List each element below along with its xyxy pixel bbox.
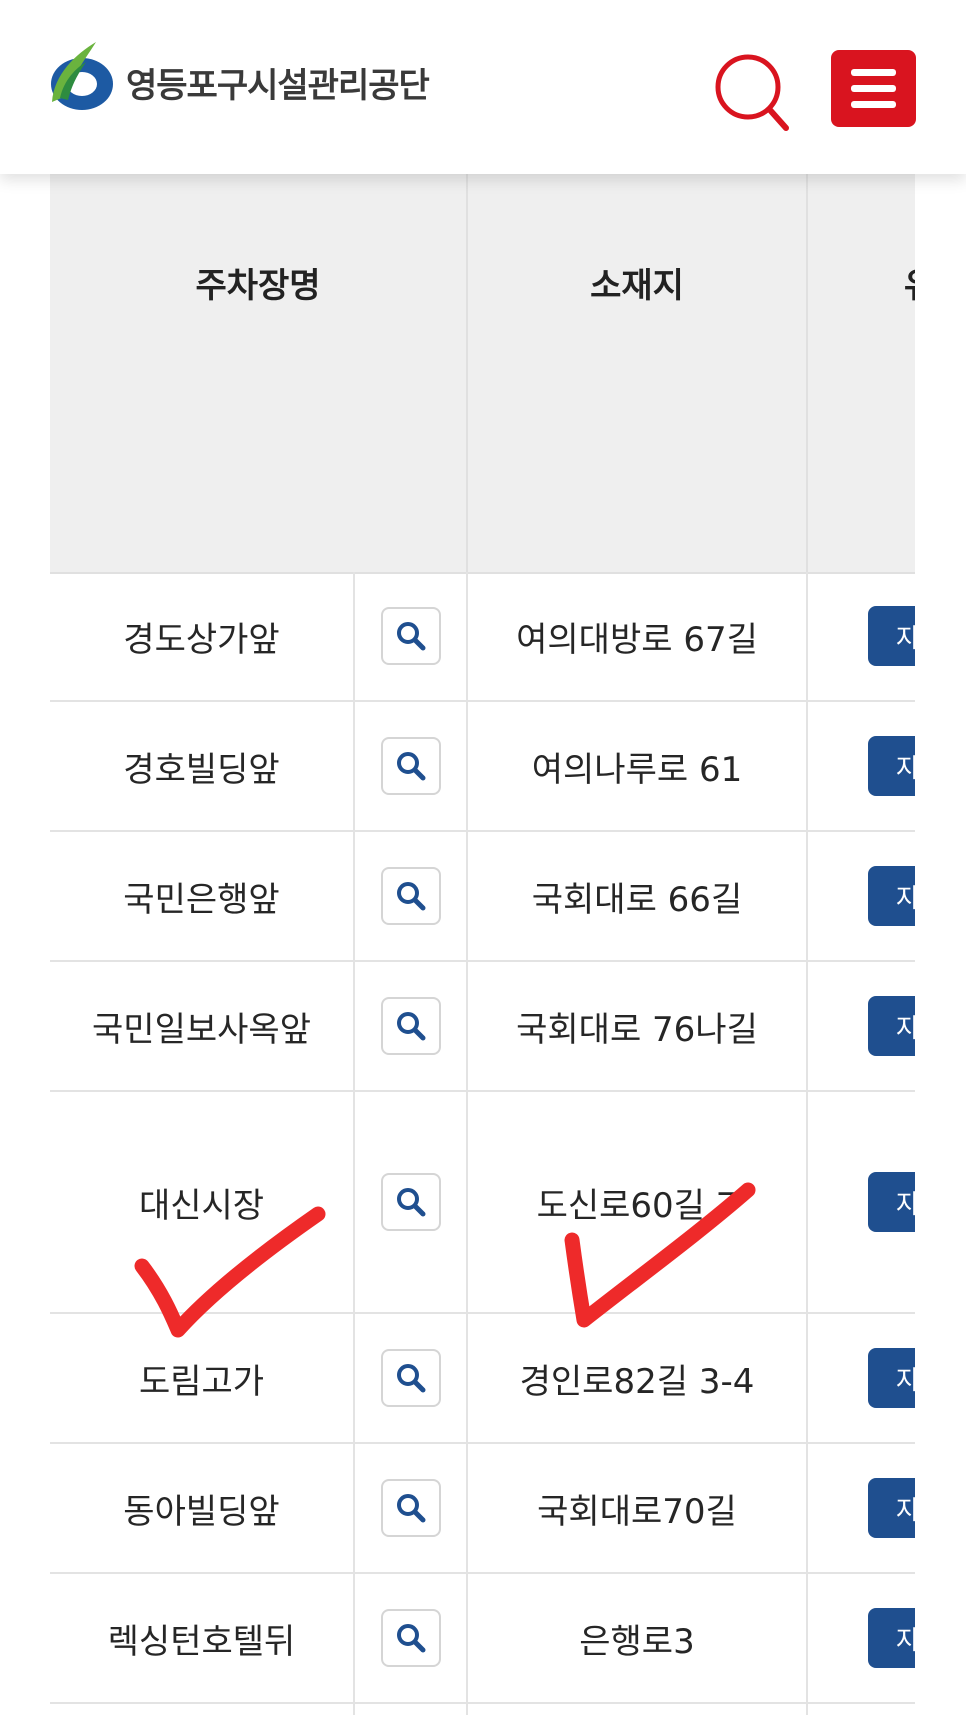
parking-name: 렉싱턴호텔뒤 (107, 1621, 296, 1662)
parking-location: 국회대로 66길 (466, 832, 806, 960)
parking-name: 경도상가앞 (123, 619, 280, 660)
magnifier-icon (396, 1188, 425, 1217)
parking-name: 대신시장 (138, 1185, 265, 1226)
magnifier-icon (396, 882, 425, 911)
action-button[interactable]: 자 (868, 736, 915, 796)
parking-location: 여의나루로 61 (466, 702, 806, 830)
magnifier-icon (396, 1364, 425, 1393)
site-header: 영등포구시설관리공단 (0, 0, 966, 174)
table-row: 경호빌딩앞 여의나루로 61 자 (50, 702, 915, 832)
header-parking-name: 주차장명 (195, 266, 321, 306)
header-location: 소재지 (466, 174, 806, 572)
view-button[interactable] (380, 1173, 441, 1231)
parking-name: 동아빌딩앞 (123, 1491, 280, 1532)
table-row: 대신시장 도신로60길 7 자 (50, 1092, 915, 1314)
table-row: 렉싱턴호텔뒤 은행로3 자 (50, 1574, 915, 1704)
parking-name: 도림고가 (138, 1361, 265, 1402)
view-button[interactable] (380, 867, 441, 925)
magnifier-icon (396, 752, 425, 781)
header-use: 유 (806, 174, 915, 572)
view-button[interactable] (380, 1609, 441, 1667)
org-name[interactable]: 영등포구시설관리공단 (126, 58, 430, 107)
action-button[interactable]: 자 (868, 1608, 915, 1668)
parking-location: 도신로60길 7 (466, 1092, 806, 1312)
table-row: 경도상가앞 여의대방로 67길 자 (50, 572, 915, 702)
magnifier-icon (396, 1494, 425, 1523)
parking-name: 경호빌딩앞 (123, 749, 280, 790)
table-header: 주차장명 소재지 유 (50, 174, 915, 574)
search-icon[interactable] (714, 52, 790, 132)
table-row: 국민일보사옥앞 국회대로 76나길 자 (50, 962, 915, 1092)
magnifier-icon (396, 1012, 425, 1041)
action-button[interactable]: 자 (868, 866, 915, 926)
parking-location: 국회대로70길 (466, 1444, 806, 1572)
table-row: 국민은행앞 국회대로 66길 자 (50, 832, 915, 962)
action-button[interactable]: 자 (868, 606, 915, 666)
view-button[interactable] (380, 1479, 441, 1537)
magnifier-icon (396, 1624, 425, 1653)
parking-location: 은행로3 (466, 1574, 806, 1702)
magnifier-icon (396, 622, 425, 651)
view-button[interactable] (380, 1349, 441, 1407)
hamburger-menu-icon[interactable] (831, 50, 916, 127)
view-button[interactable] (380, 737, 441, 795)
parking-location: 국회대로 76나길 (466, 962, 806, 1090)
parking-table: 주차장명 소재지 유 경도상가앞 여의대방로 67길 자 경호빌딩앞 여의나루로… (50, 174, 915, 1715)
parking-location: 여의대방로 67길 (466, 572, 806, 700)
parking-location: 경인로82길 3-4 (466, 1314, 806, 1442)
table-row (50, 1704, 915, 1715)
view-button[interactable] (380, 607, 441, 665)
logo-icon[interactable] (46, 40, 116, 120)
table-row: 동아빌딩앞 국회대로70길 자 (50, 1444, 915, 1574)
action-button[interactable]: 자 (868, 1348, 915, 1408)
parking-name: 국민일보사옥앞 (92, 1009, 311, 1050)
parking-name: 국민은행앞 (123, 879, 280, 920)
action-button[interactable]: 자 (868, 1478, 915, 1538)
action-button[interactable]: 자 (868, 1172, 915, 1232)
action-button[interactable]: 자 (868, 996, 915, 1056)
table-row: 도림고가 경인로82길 3-4 자 (50, 1314, 915, 1444)
view-button[interactable] (380, 997, 441, 1055)
